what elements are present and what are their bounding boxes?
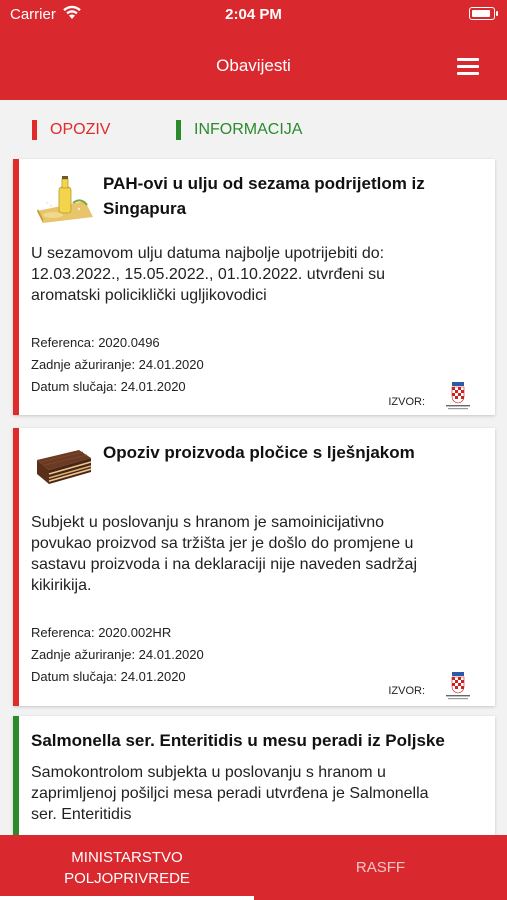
last-updated: Zadnje ažuriranje: 24.01.2020 (31, 357, 204, 372)
case-date: Datum slučaja: 24.01.2020 (31, 669, 186, 684)
notice-card[interactable]: Opoziv proizvoda pločice s lješnjakom Su… (13, 428, 495, 706)
notice-meta: Referenca: 2020.002HR Zadnje ažuriranje:… (31, 622, 204, 688)
tab-rasff[interactable]: RASFF (254, 835, 507, 900)
notice-title: Opoziv proizvoda pločice s lješnjakom (103, 443, 415, 462)
source-label: IZVOR: (388, 685, 425, 697)
bottom-tab-bar: MINISTARSTVO POLJOPRIVREDE RASFF (0, 835, 507, 900)
tab-ministarstvo[interactable]: MINISTARSTVO POLJOPRIVREDE (0, 835, 254, 900)
reference-number: Referenca: 2020.002HR (31, 625, 172, 640)
notice-description: Subjekt u poslovanju s hranom je samoini… (31, 514, 417, 594)
last-updated: Zadnje ažuriranje: 24.01.2020 (31, 647, 204, 662)
wafer-bar-thumbnail (37, 450, 92, 484)
active-tab-indicator (0, 896, 254, 900)
notice-meta: Referenca: 2020.0496 Zadnje ažuriranje: … (31, 332, 204, 398)
filter-information-label: INFORMACIJA (194, 121, 303, 138)
reference-number: Referenca: 2020.0496 (31, 335, 160, 350)
hamburger-menu-icon[interactable] (457, 58, 479, 76)
filter-recall-label: OPOZIV (50, 121, 111, 138)
notice-title: PAH-ovi u ulju od sezama podrijetlom iz … (103, 174, 425, 218)
sesame-oil-thumbnail (37, 176, 93, 223)
info-color-marker (176, 120, 181, 140)
notice-description: Samokontrolom subjekta u poslovanju s hr… (31, 764, 429, 823)
notice-card[interactable]: PAH-ovi u ulju od sezama podrijetlom iz … (13, 159, 495, 415)
notice-description: U sezamovom ulju datuma najbolje upotrij… (31, 245, 386, 304)
page-title: Obavijesti (216, 56, 291, 75)
ministry-crest-logo (446, 672, 470, 700)
battery-icon (469, 7, 498, 20)
filter-bar: OPOZIV INFORMACIJA (0, 100, 507, 158)
source-label: IZVOR: (388, 396, 425, 408)
ministry-crest-logo (446, 382, 470, 410)
recall-color-marker (32, 120, 37, 140)
clock: 2:04 PM (225, 6, 282, 23)
notice-title: Salmonella ser. Enteritidis u mesu perad… (31, 731, 445, 750)
status-bar: Carrier 2:04 PM (0, 0, 507, 30)
case-date: Datum slučaja: 24.01.2020 (31, 379, 186, 394)
app-header: Carrier 2:04 PM Obavijesti (0, 0, 507, 100)
